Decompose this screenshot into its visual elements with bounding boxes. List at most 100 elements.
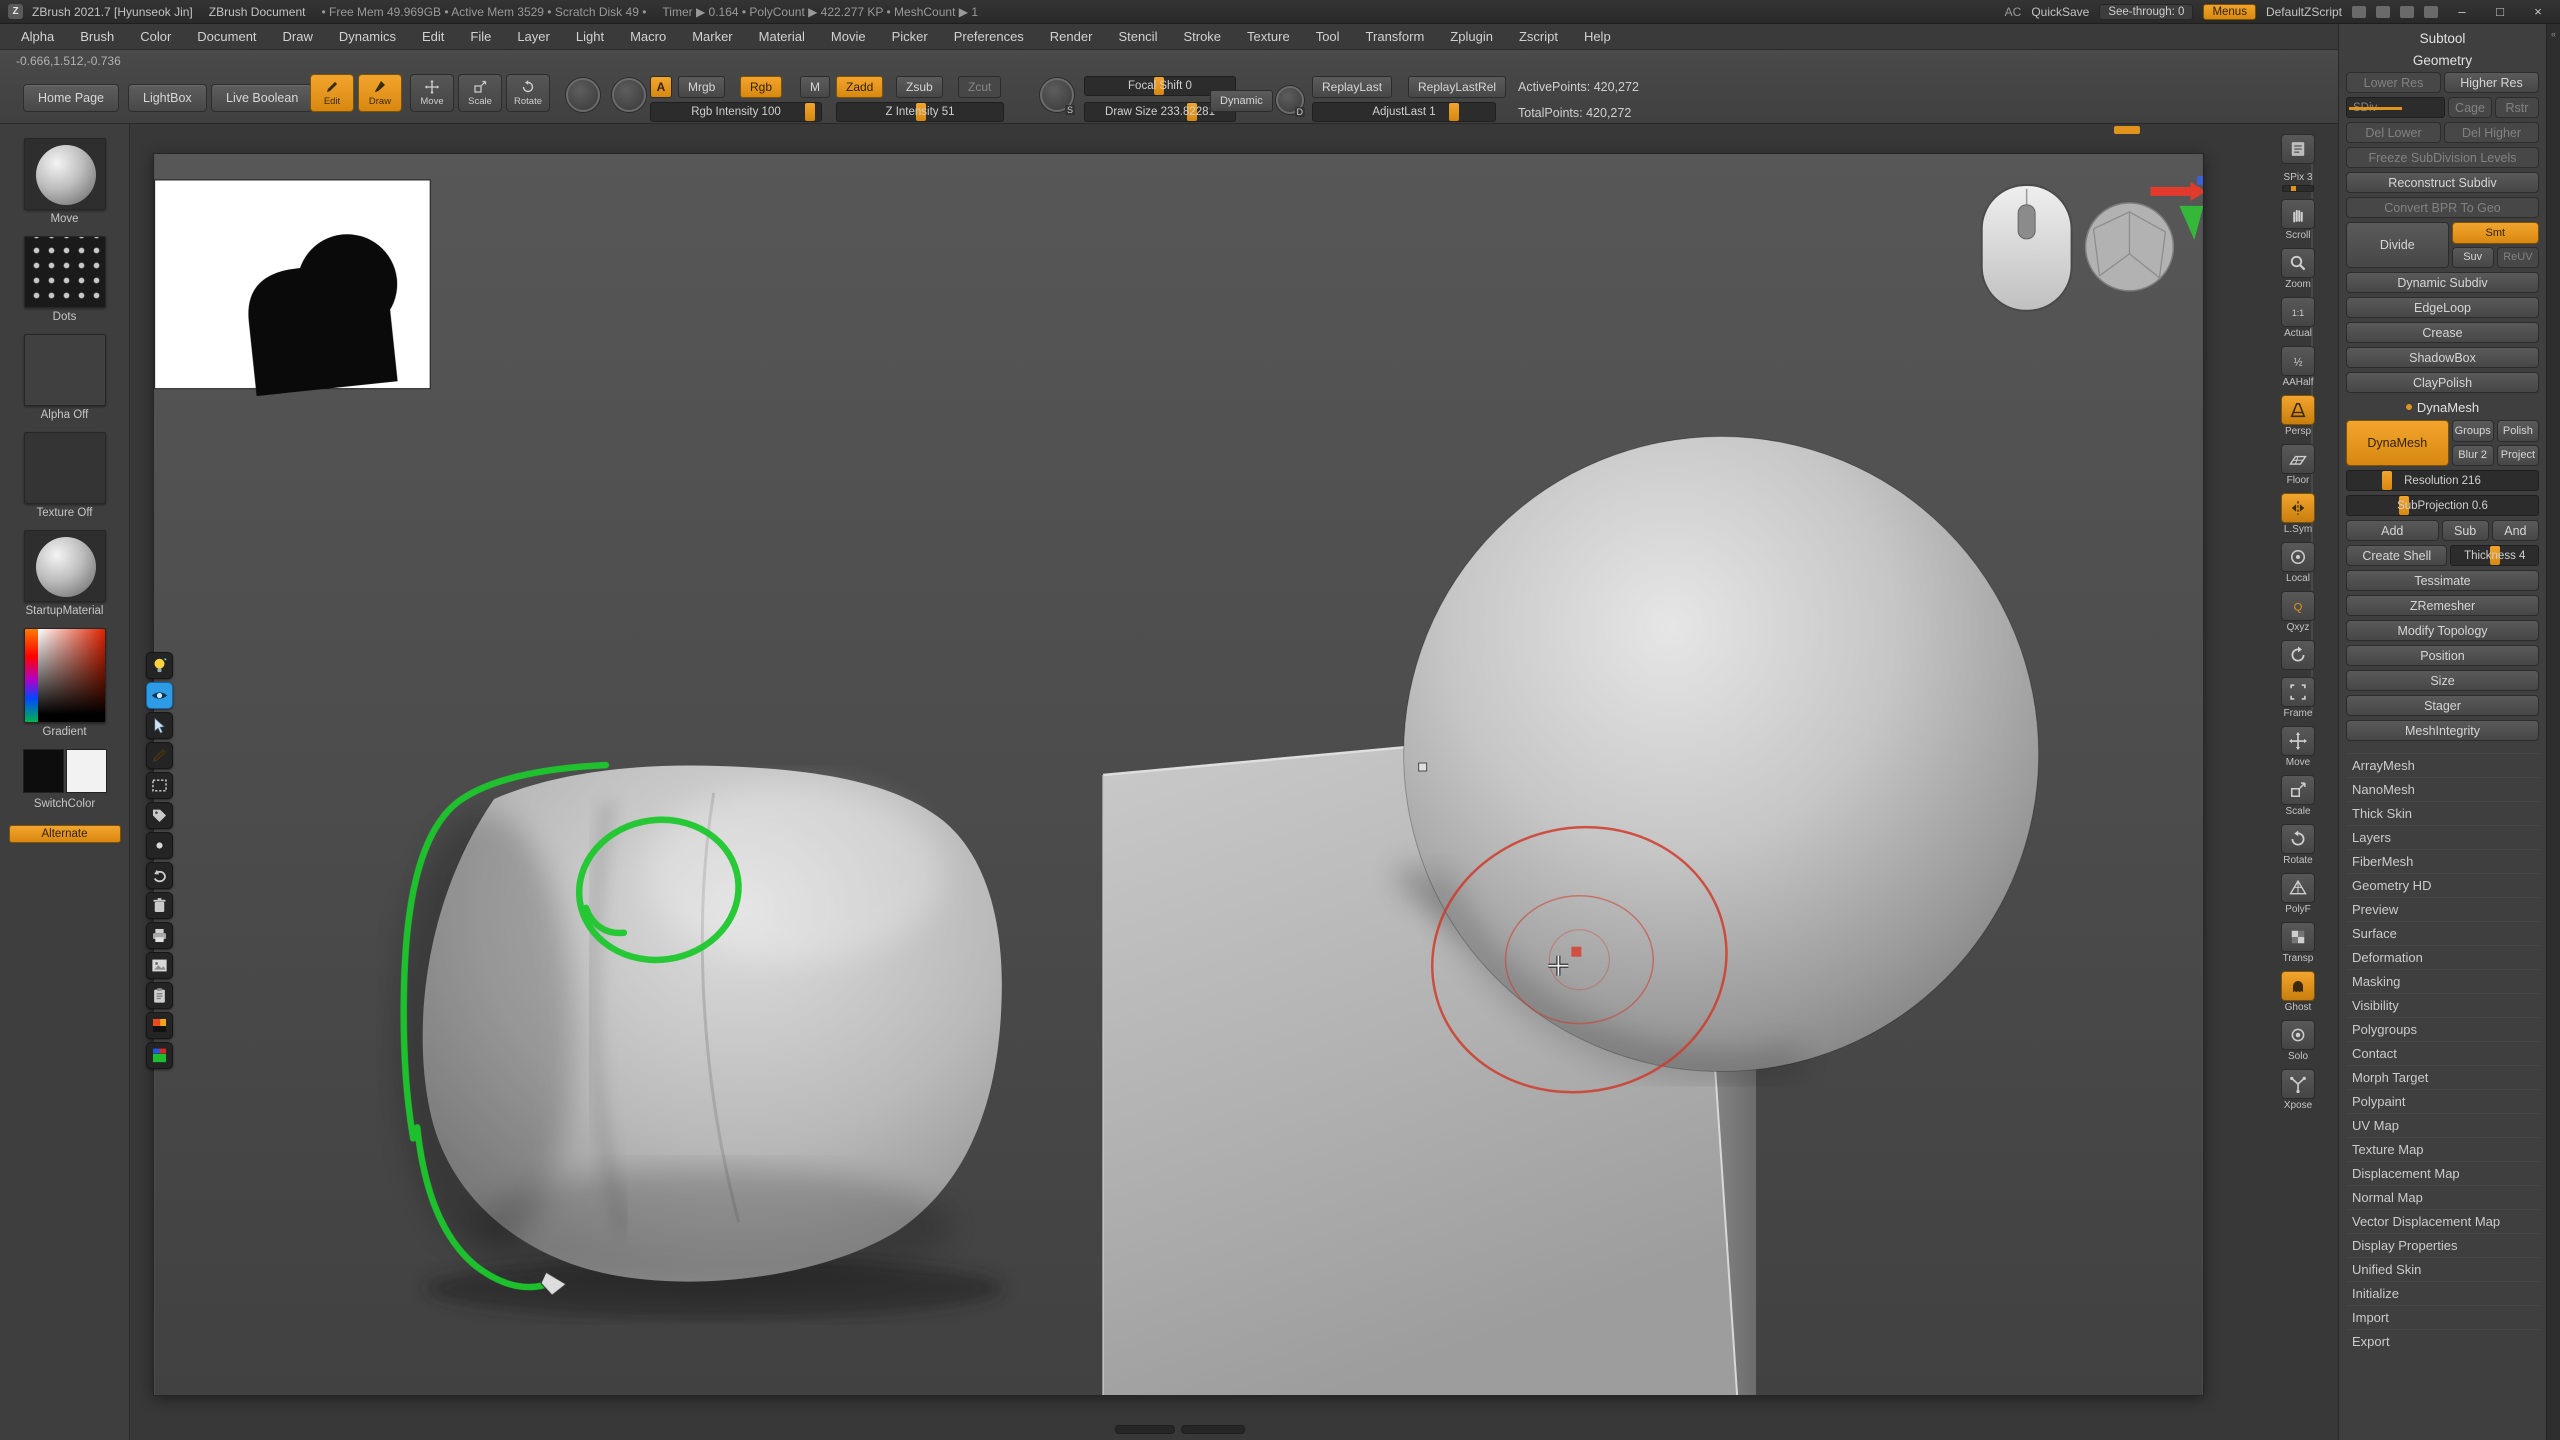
dynamic-subdiv-button[interactable]: Dynamic Subdiv — [2346, 272, 2539, 293]
palette-preview[interactable]: Preview — [2346, 897, 2539, 921]
document-viewport[interactable] — [153, 153, 2204, 1396]
palette-layers[interactable]: Layers — [2346, 825, 2539, 849]
hue-bar[interactable] — [25, 629, 38, 722]
shelf-aahalf[interactable]: ½AAHalf — [2281, 346, 2315, 388]
window-tool-icon-3[interactable] — [2400, 6, 2414, 18]
window-tool-icon-2[interactable] — [2376, 6, 2390, 18]
trash-icon[interactable] — [146, 892, 173, 919]
document-preview-thumbnail[interactable] — [155, 180, 431, 396]
cage-button[interactable]: Cage — [2448, 97, 2492, 118]
m-button[interactable]: M — [800, 76, 830, 98]
dynamesh-section-header[interactable]: DynaMesh — [2346, 397, 2539, 417]
thickness-4-slider[interactable]: Thickness 4 — [2450, 545, 2539, 566]
lower-res-button[interactable]: Lower Res — [2346, 72, 2441, 93]
window-tool-icon-1[interactable] — [2352, 6, 2366, 18]
menus-button[interactable]: Menus — [2203, 4, 2256, 20]
shelf-scale[interactable]: Scale — [2281, 775, 2315, 817]
color-swatch-green-icon[interactable] — [146, 1042, 173, 1069]
palette-arraymesh[interactable]: ArrayMesh — [2346, 753, 2539, 777]
sphere-thumbnail[interactable] — [24, 138, 106, 210]
menu-edit[interactable]: Edit — [409, 24, 457, 50]
subtool-palette-header[interactable]: Subtool — [2346, 28, 2539, 50]
draw-button[interactable]: Draw — [358, 74, 402, 112]
menu-dynamics[interactable]: Dynamics — [326, 24, 409, 50]
shelf-qxyz[interactable]: QQxyz — [2281, 591, 2315, 633]
shelf-rotate[interactable]: Rotate — [2281, 824, 2315, 866]
focal-shift-dial[interactable]: S — [1040, 78, 1074, 112]
dot-tool-icon[interactable] — [146, 832, 173, 859]
texture-thumbnail[interactable] — [24, 432, 106, 504]
polish-button[interactable]: Polish — [2497, 420, 2539, 442]
menu-light[interactable]: Light — [563, 24, 617, 50]
reuv-button[interactable]: ReUV — [2497, 247, 2539, 269]
shelf-polyf[interactable]: PolyF — [2281, 873, 2315, 915]
menu-file[interactable]: File — [457, 24, 504, 50]
tray-item-move[interactable]: Move — [24, 138, 106, 225]
main-color-swatch[interactable] — [23, 749, 64, 793]
replay-last-button[interactable]: ReplayLast — [1312, 76, 1392, 98]
shadowbox-button[interactable]: ShadowBox — [2346, 347, 2539, 368]
palette-morph-target[interactable]: Morph Target — [2346, 1065, 2539, 1089]
blur-2-button[interactable]: Blur 2 — [2452, 445, 2494, 467]
alpha-preview-icon[interactable] — [612, 78, 646, 112]
meshintegrity-button[interactable]: MeshIntegrity — [2346, 720, 2539, 741]
shelf-spin[interactable] — [2281, 640, 2315, 670]
reconstruct-subdiv-button[interactable]: Reconstruct Subdiv — [2346, 172, 2539, 193]
live-boolean-button[interactable]: Live Boolean — [211, 84, 313, 112]
switch-thumbnail[interactable] — [23, 749, 107, 795]
right-edge-strip[interactable]: « — [2546, 24, 2560, 1440]
rstr-button[interactable]: Rstr — [2495, 97, 2539, 118]
dynamic-button[interactable]: Dynamic — [1210, 90, 1273, 112]
minimize-button[interactable]: – — [2448, 4, 2476, 19]
palette-displacement-map[interactable]: Displacement Map — [2346, 1161, 2539, 1185]
home-page-button[interactable]: Home Page — [23, 84, 119, 112]
shelf-scroll[interactable]: Scroll — [2281, 199, 2315, 241]
menu-preferences[interactable]: Preferences — [941, 24, 1037, 50]
tray-item-startupmaterial[interactable]: StartupMaterial — [24, 530, 106, 617]
tray-item-dots[interactable]: Dots — [24, 236, 106, 323]
lightbulb-icon[interactable] — [146, 652, 173, 679]
close-button[interactable]: × — [2524, 4, 2552, 19]
menu-texture[interactable]: Texture — [1234, 24, 1303, 50]
secondary-color-swatch[interactable] — [66, 749, 107, 793]
del-higher-button[interactable]: Del Higher — [2444, 122, 2539, 143]
sdiv-slider[interactable]: SDiv — [2346, 97, 2445, 118]
menu-color[interactable]: Color — [127, 24, 184, 50]
sphere-mesh[interactable] — [1404, 437, 2039, 1072]
modify-topology-button[interactable]: Modify Topology — [2346, 620, 2539, 641]
palette-fibermesh[interactable]: FiberMesh — [2346, 849, 2539, 873]
position-button[interactable]: Position — [2346, 645, 2539, 666]
shelf-floor[interactable]: Floor — [2281, 444, 2315, 486]
groups-button[interactable]: Groups — [2452, 420, 2494, 442]
divide-button[interactable]: Divide — [2346, 222, 2449, 268]
window-tool-icon-4[interactable] — [2424, 6, 2438, 18]
visibility-eye-icon[interactable] — [146, 682, 173, 709]
gradient-thumbnail[interactable] — [24, 628, 106, 723]
rgb-intensity-slider[interactable]: Rgb Intensity 100 — [650, 102, 822, 122]
crease-button[interactable]: Crease — [2346, 322, 2539, 343]
claypolish-button[interactable]: ClayPolish — [2346, 372, 2539, 393]
shelf-move[interactable]: Move — [2281, 726, 2315, 768]
menu-layer[interactable]: Layer — [504, 24, 563, 50]
higher-res-button[interactable]: Higher Res — [2444, 72, 2539, 93]
horizontal-scrollbar-left[interactable] — [1115, 1425, 1175, 1434]
create-shell-button[interactable]: Create Shell — [2346, 545, 2447, 566]
rotate-button[interactable]: Rotate — [506, 74, 550, 112]
maximize-button[interactable]: □ — [2486, 4, 2514, 19]
menu-stencil[interactable]: Stencil — [1105, 24, 1170, 50]
size-button[interactable]: Size — [2346, 670, 2539, 691]
project-button[interactable]: Project — [2497, 445, 2539, 467]
palette-contact[interactable]: Contact — [2346, 1041, 2539, 1065]
subprojection-0-6-slider[interactable]: SubProjection 0.6 — [2346, 495, 2539, 516]
spix-slider[interactable] — [2282, 185, 2314, 192]
shelf-actual[interactable]: 1:1Actual — [2281, 297, 2315, 339]
shelf-l-sym[interactable]: L.Sym — [2281, 493, 2315, 535]
menu-help[interactable]: Help — [1571, 24, 1624, 50]
menu-zscript[interactable]: Zscript — [1506, 24, 1571, 50]
replay-last-rel-button[interactable]: ReplayLastRel — [1408, 76, 1506, 98]
menu-material[interactable]: Material — [746, 24, 818, 50]
resolution-216-slider[interactable]: Resolution 216 — [2346, 470, 2539, 491]
z-intensity-slider[interactable]: Z Intensity 51 — [836, 102, 1004, 122]
quicksave-button[interactable]: QuickSave — [2031, 5, 2089, 19]
palette-geometry-hd[interactable]: Geometry HD — [2346, 873, 2539, 897]
